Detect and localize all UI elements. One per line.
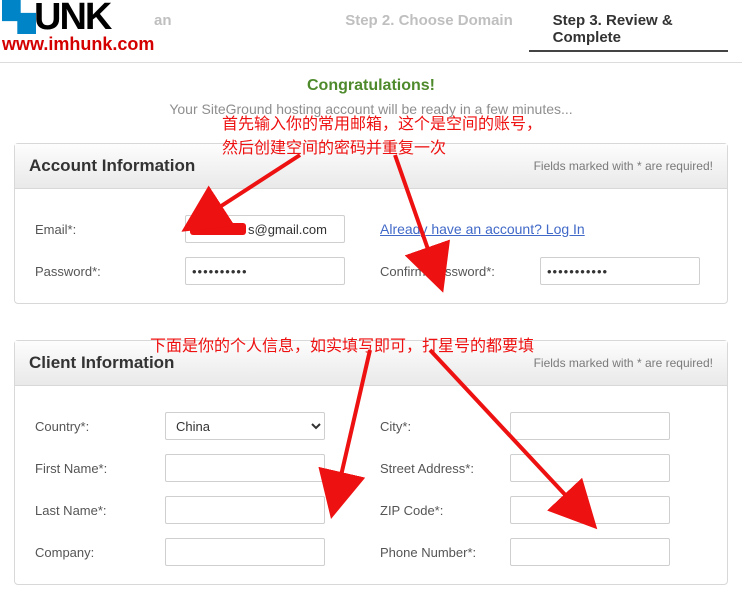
step-3[interactable]: Step 3. Review & Complete bbox=[529, 8, 728, 52]
login-link[interactable]: Already have an account? Log In bbox=[380, 221, 585, 237]
required-note-2: Fields marked with * are required! bbox=[534, 356, 713, 370]
last-name-field[interactable] bbox=[165, 496, 325, 524]
street-label: Street Address*: bbox=[380, 461, 510, 476]
first-name-field[interactable] bbox=[165, 454, 325, 482]
step-2[interactable]: Step 2. Choose Domain bbox=[341, 8, 516, 52]
congrats-heading: Congratulations! bbox=[0, 77, 742, 95]
phone-field[interactable] bbox=[510, 538, 670, 566]
annotation-3: 下面是你的个人信息，如实填写即可，打星号的都要填 bbox=[150, 332, 534, 356]
required-note: Fields marked with * are required! bbox=[534, 159, 713, 173]
last-name-label: Last Name*: bbox=[35, 503, 165, 518]
logo-site: www.imhunk.com bbox=[0, 34, 170, 55]
logo-mark bbox=[2, 0, 36, 34]
company-field[interactable] bbox=[165, 538, 325, 566]
account-title: Account Information bbox=[29, 156, 195, 176]
annotation-1: 首先输入你的常用邮箱，这个是空间的账号， bbox=[222, 110, 542, 134]
confirm-password-field[interactable] bbox=[540, 257, 700, 285]
country-select[interactable]: China bbox=[165, 412, 325, 440]
street-field[interactable] bbox=[510, 454, 670, 482]
client-panel: Client Information Fields marked with * … bbox=[14, 340, 728, 585]
country-label: Country*: bbox=[35, 419, 165, 434]
password-label: Password*: bbox=[35, 264, 185, 279]
account-panel: Account Information Fields marked with *… bbox=[14, 143, 728, 304]
city-field[interactable] bbox=[510, 412, 670, 440]
brand-logo: UNK www.imhunk.com bbox=[0, 0, 170, 64]
email-label: Email*: bbox=[35, 222, 185, 237]
annotation-2: 然后创建空间的密码并重复一次 bbox=[222, 134, 446, 158]
logo-text: UNK bbox=[34, 0, 110, 38]
redaction-mark bbox=[190, 223, 246, 235]
first-name-label: First Name*: bbox=[35, 461, 165, 476]
confirm-password-label: Confirm Password*: bbox=[380, 264, 540, 279]
phone-label: Phone Number*: bbox=[380, 545, 510, 560]
zip-label: ZIP Code*: bbox=[380, 503, 510, 518]
city-label: City*: bbox=[380, 419, 510, 434]
password-field[interactable] bbox=[185, 257, 345, 285]
client-title: Client Information bbox=[29, 353, 174, 373]
company-label: Company: bbox=[35, 545, 165, 560]
zip-field[interactable] bbox=[510, 496, 670, 524]
